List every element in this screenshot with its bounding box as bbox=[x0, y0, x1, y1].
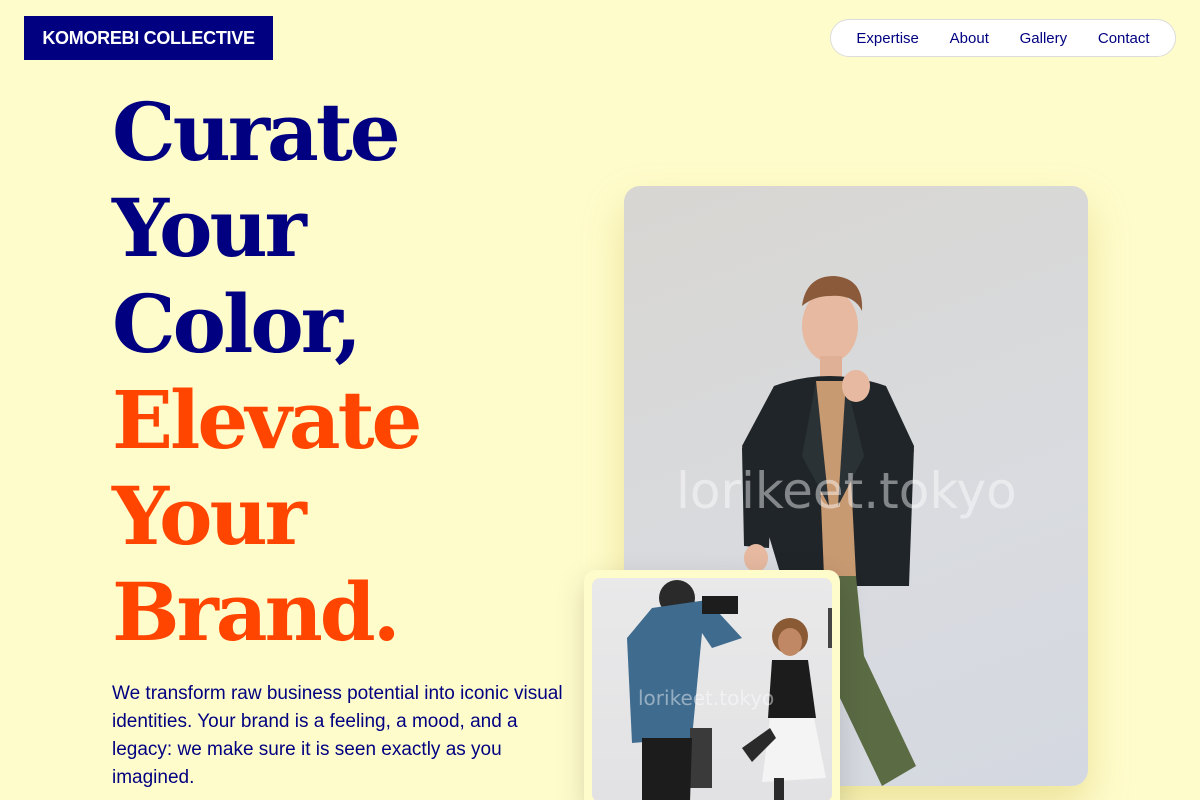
nav-link-contact[interactable]: Contact bbox=[1098, 30, 1150, 47]
headline-line-1: Curate bbox=[112, 85, 401, 179]
secondary-photo-watermark: lorikeet.tokyo bbox=[638, 686, 775, 710]
main-nav: Expertise About Gallery Contact bbox=[830, 19, 1176, 57]
headline-line-4: Elevate bbox=[112, 373, 422, 467]
nav-link-about[interactable]: About bbox=[950, 30, 989, 47]
hero-headline: Curate Your Color, Elevate Your Brand. bbox=[112, 84, 422, 660]
headline-line-3: Color, bbox=[112, 277, 362, 371]
hero-secondary-photo: lorikeet.tokyo bbox=[584, 570, 840, 800]
headline-line-2: Your bbox=[112, 181, 307, 275]
secondary-photo-frame: lorikeet.tokyo bbox=[592, 578, 832, 800]
nav-link-gallery[interactable]: Gallery bbox=[1020, 30, 1068, 47]
headline-line-6: Brand. bbox=[112, 565, 401, 659]
main-photo-watermark: lorikeet.tokyo bbox=[676, 462, 1017, 520]
brand-logo[interactable]: KOMOREBI COLLECTIVE bbox=[24, 16, 273, 60]
hero-tagline: We transform raw business potential into… bbox=[112, 683, 563, 788]
nav-link-expertise[interactable]: Expertise bbox=[856, 30, 919, 47]
headline-line-5: Your bbox=[112, 469, 307, 563]
